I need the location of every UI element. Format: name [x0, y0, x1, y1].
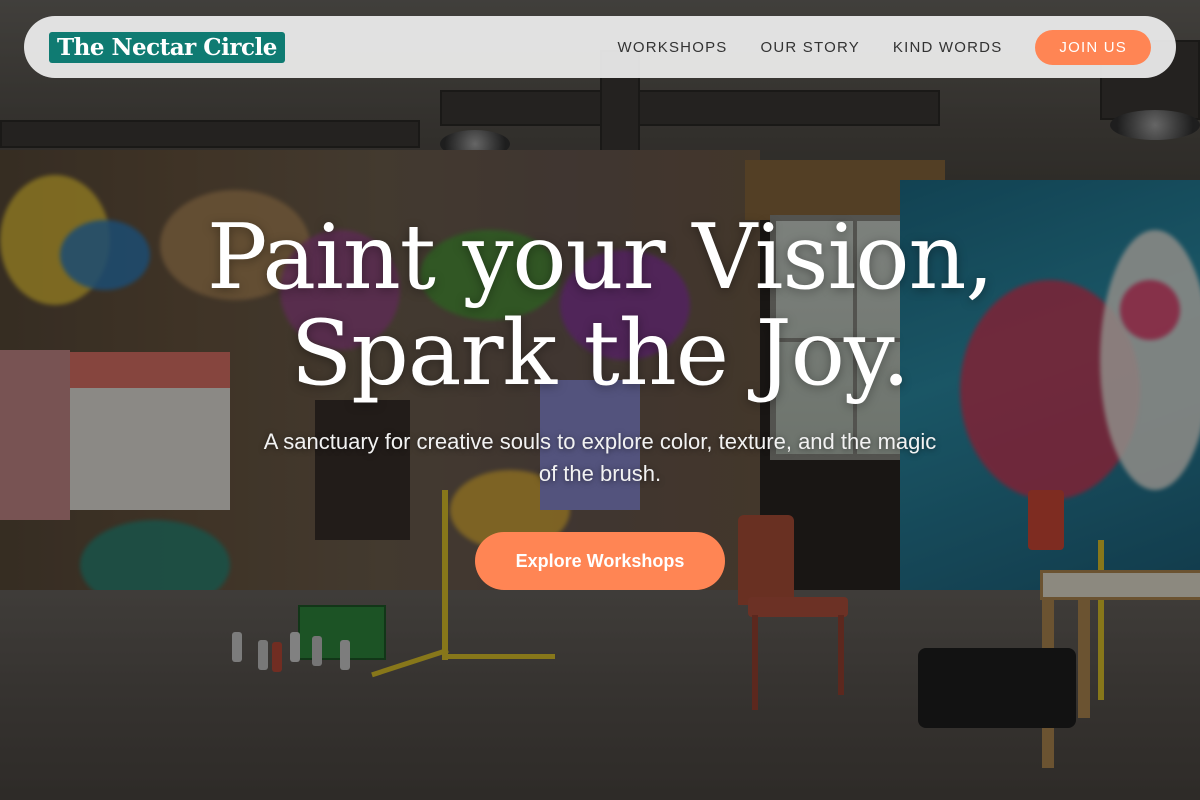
- nav-links: WORKSHOPS OUR STORY KIND WORDS JOIN US: [585, 29, 1151, 65]
- hero-subtitle: A sanctuary for creative souls to explor…: [263, 429, 937, 486]
- hero-title-line-1: Paint your Vision,: [206, 205, 994, 310]
- brand-logo[interactable]: The Nectar Circle: [49, 31, 285, 63]
- hero-title-line-2: Spark the Joy.: [290, 301, 911, 406]
- nav-link-workshops[interactable]: WORKSHOPS: [618, 39, 728, 56]
- nav-link-kind-words[interactable]: KIND WORDS: [893, 39, 1003, 56]
- hero-section: Paint your Vision, Spark the Joy. A sanc…: [0, 210, 1200, 590]
- join-us-button[interactable]: JOIN US: [1035, 29, 1151, 65]
- hero-title: Paint your Vision, Spark the Joy.: [0, 210, 1200, 402]
- top-navbar: The Nectar Circle WORKSHOPS OUR STORY KI…: [24, 16, 1176, 78]
- explore-workshops-button[interactable]: Explore Workshops: [475, 532, 725, 590]
- nav-link-our-story[interactable]: OUR STORY: [760, 39, 859, 56]
